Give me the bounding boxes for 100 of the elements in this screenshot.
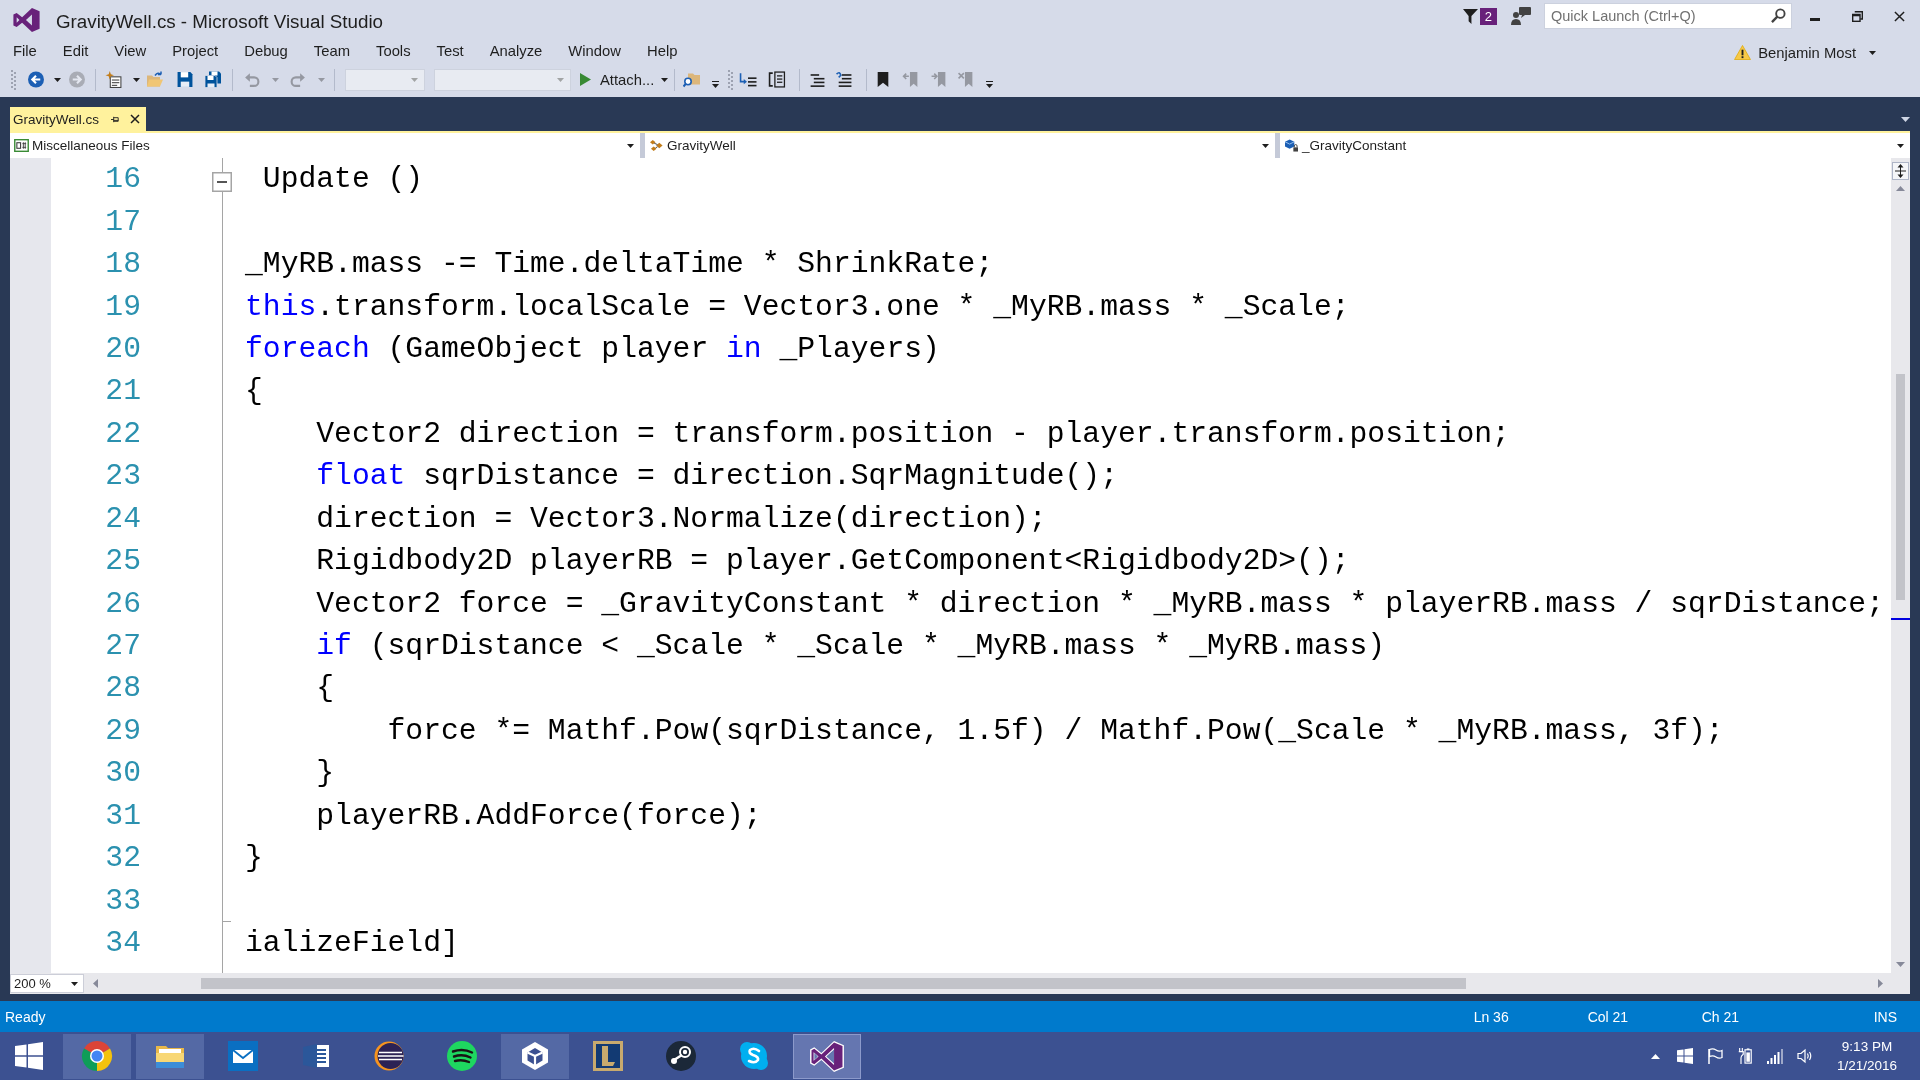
clock[interactable]: 9:13 PM 1/21/2016 [1827,1037,1907,1075]
new-project-icon[interactable] [105,71,123,88]
visual-studio-logo-icon [13,8,40,32]
insert-mode-indicator: INS [1873,1008,1897,1025]
toolbar-overflow-icon[interactable] [986,81,994,88]
code-line: Vector2 direction = transform.position - player.transform.position; [316,416,1510,451]
folder-icon[interactable] [146,71,164,88]
battery-icon[interactable] [1737,1048,1753,1064]
caret-position-marker [1891,618,1910,620]
line-number: 16 [104,162,141,197]
code-line: this.transform.localScale = Vector3.one * _MyRB.mass * _Scale; [245,289,1350,324]
menu-item[interactable]: Window [555,43,634,59]
chevron-up-icon[interactable] [1651,1053,1660,1059]
flag-icon[interactable] [1707,1048,1723,1064]
menu-item[interactable]: Test [423,43,477,59]
scrollbar-thumb[interactable] [1896,374,1905,600]
caret-down-icon [1897,143,1904,148]
caret-down-icon [411,77,418,82]
bracket-lines-icon[interactable] [768,71,787,88]
close-icon[interactable] [130,114,140,124]
code-line: direction = Vector3.Normalize(direction); [316,501,1047,536]
line-number: 23 [104,459,141,494]
taskbar-button[interactable] [793,1033,861,1079]
back-icon[interactable] [27,71,45,88]
caret-down-icon [1262,143,1269,148]
menu-item[interactable]: File [0,43,50,59]
caret-down-icon[interactable] [133,77,140,82]
collapse-icon[interactable] [212,172,232,193]
navigation-dropdown[interactable]: _GravityConstant [1280,133,1910,158]
account-menu[interactable]: Benjamin Most [1734,44,1876,61]
line-number: 32 [104,841,141,876]
grip-icon[interactable] [11,68,16,91]
search-icon[interactable] [1771,8,1786,23]
navigation-dropdown[interactable]: Miscellaneous Files [10,133,640,158]
menu-item[interactable]: Team [300,43,363,59]
menu-item[interactable]: Edit [49,43,102,59]
line-number: 34 [104,926,141,961]
toolbar-overflow-icon[interactable] [712,81,720,88]
document-tab[interactable]: GravityWell.cs [10,107,146,131]
caret-down-icon [627,143,634,148]
scrollbar-thumb[interactable] [201,978,1466,989]
line-number: 24 [104,501,141,536]
minimize-icon [1810,17,1820,21]
save-all-icon[interactable] [204,71,222,88]
notification-count[interactable]: 2 [1479,7,1497,25]
lines-arrow-icon[interactable] [835,71,854,88]
speaker-icon[interactable] [1797,1048,1813,1064]
skype-logo-icon [738,1040,770,1072]
file-tile-icon [14,139,29,152]
navigation-dropdown[interactable]: GravityWell [645,133,1275,158]
code-line: { [245,374,263,409]
menu-item[interactable]: Project [159,43,232,59]
taskbar-button[interactable] [136,1033,204,1079]
grip-icon[interactable] [728,68,734,91]
caret-down-icon [71,981,78,986]
line-indicator: Ln 36 [1473,1008,1510,1025]
line-number: 31 [104,798,141,833]
taskbar-button[interactable] [501,1033,569,1079]
menu-item[interactable]: Debug [231,43,301,59]
framed-tile-icon [592,1040,624,1072]
indent-lines-icon[interactable] [739,71,758,88]
column-indicator: Col 21 [1587,1008,1630,1025]
line-number: 25 [104,544,141,579]
status-message: Ready [5,1008,46,1025]
line-number: 30 [104,756,141,791]
eclipse-logo-icon [373,1040,405,1072]
menu-item[interactable]: Analyze [476,43,556,59]
cube-icon [519,1040,551,1072]
scroll-up-arrow-icon[interactable] [1896,186,1905,191]
person-speech-icon[interactable] [1511,7,1531,25]
code-line: Update () [262,162,424,197]
menu-item[interactable]: Help [634,43,691,59]
line-number: 27 [104,629,141,664]
windows-logo-icon[interactable] [1677,1048,1693,1064]
quick-launch-field[interactable]: Quick Launch (Ctrl+Q) [1544,3,1792,29]
splitter-icon[interactable] [1892,162,1909,180]
caret-down-icon[interactable] [54,77,61,82]
scroll-right-arrow-icon[interactable] [1878,979,1883,988]
menu-item[interactable]: Tools [363,43,424,59]
folder-search-icon[interactable] [683,71,702,88]
play-icon [580,73,591,86]
signal-icon[interactable] [1767,1048,1783,1064]
caret-down-icon [661,77,669,82]
scroll-down-arrow-icon[interactable] [1896,962,1905,967]
filter-icon[interactable] [1462,7,1478,25]
line-number: 26 [104,586,141,621]
attach-button[interactable]: Attach... [580,67,669,92]
line-number: 22 [104,416,141,451]
zoom-dropdown[interactable]: 200 % [10,974,84,993]
code-line: _MyRB.mass -= Time.deltaTime * ShrinkRate; [245,247,994,282]
code-line: foreach (GameObject player in _Players) [245,331,940,366]
pin-icon[interactable] [111,114,120,124]
scroll-left-arrow-icon[interactable] [93,979,98,988]
save-icon[interactable] [176,71,194,88]
code-line: } [316,756,335,791]
code-line: force *= Mathf.Pow(sqrDistance, 1.5f) / Mathf.Pow(_Scale * _MyRB.mass, 3f); [387,713,1724,748]
line-number: 29 [104,713,141,748]
caret-down-icon[interactable] [1901,116,1910,122]
menu-item[interactable]: View [101,43,160,59]
lines-icon[interactable] [808,71,827,88]
